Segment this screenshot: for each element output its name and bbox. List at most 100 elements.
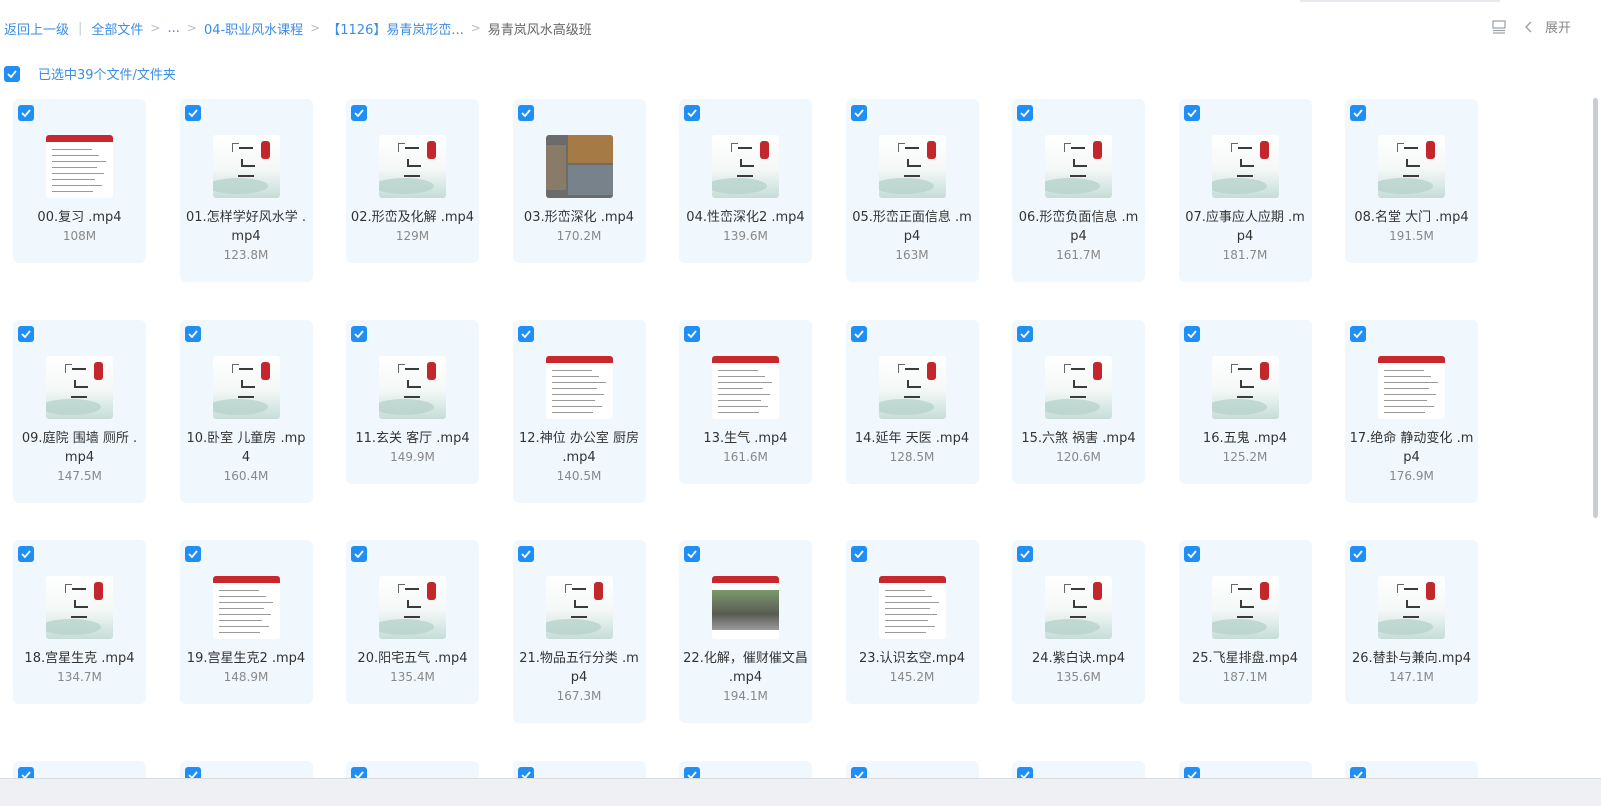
video-thumbnail <box>878 356 946 419</box>
file-card[interactable]: 24.紫白诀.mp4 135.6M <box>1012 540 1145 704</box>
file-name: 07.应事应人应期 .mp4 <box>1185 210 1305 244</box>
file-checkbox[interactable] <box>18 105 34 121</box>
video-thumbnail <box>1211 356 1279 419</box>
file-name: 03.形峦深化 .mp4 <box>523 210 635 225</box>
video-thumbnail <box>1045 576 1112 639</box>
file-checkbox[interactable] <box>1183 105 1200 121</box>
file-card[interactable]: 14.延年 天医 .mp4 128.5M <box>845 320 979 484</box>
file-checkbox[interactable] <box>684 326 700 342</box>
file-card[interactable]: 08.名堂 大门 .mp4 191.5M <box>1345 99 1478 263</box>
file-checkbox[interactable] <box>1350 546 1366 562</box>
scrollbar-thumb[interactable] <box>1593 98 1598 518</box>
file-checkbox[interactable] <box>1017 105 1033 121</box>
file-name: 22.化解，催财催文昌 .mp4 <box>683 651 808 685</box>
file-card[interactable]: 01.怎样学好风水学 .mp4 123.8M <box>179 99 313 282</box>
video-thumbnail <box>379 576 446 639</box>
file-checkbox[interactable] <box>184 105 201 121</box>
file-name: 12.神位 办公室 厨房 .mp4 <box>519 431 639 465</box>
file-name: 01.怎样学好风水学 .mp4 <box>186 210 306 244</box>
file-grid: 00.复习 .mp4 108M 01.怎样学好风水学 .mp4 123.8M 02.形峦… <box>0 0 1560 805</box>
file-card[interactable]: 04.性峦深化2 .mp4 139.6M <box>679 99 812 263</box>
file-size: 123.8M <box>223 248 269 262</box>
file-name: 08.名堂 大门 .mp4 <box>1354 210 1469 225</box>
file-size: 147.5M <box>57 469 102 483</box>
file-card[interactable]: 20.阳宅五气 .mp4 135.4M <box>346 540 479 704</box>
file-card[interactable]: 16.五鬼 .mp4 125.2M <box>1178 320 1312 484</box>
file-checkbox[interactable] <box>684 105 700 121</box>
file-card[interactable]: 11.玄关 客厅 .mp4 149.9M <box>346 320 479 484</box>
file-name: 11.玄关 客厅 .mp4 <box>355 431 470 446</box>
file-size: 181.7M <box>1222 248 1268 262</box>
file-size: 128.5M <box>889 450 935 464</box>
file-card[interactable]: 12.神位 办公室 厨房 .mp4 140.5M <box>512 320 646 503</box>
file-name: 21.物品五行分类 .mp4 <box>519 651 639 685</box>
file-card[interactable]: 22.化解，催财催文昌 .mp4 194.1M <box>679 540 812 723</box>
file-checkbox[interactable] <box>351 546 367 562</box>
video-thumbnail <box>1045 135 1112 198</box>
file-size: 167.3M <box>556 689 602 703</box>
video-thumbnail <box>46 135 113 198</box>
file-card[interactable]: 13.生气 .mp4 161.6M <box>679 320 812 484</box>
file-name: 18.宫星生克 .mp4 <box>24 651 135 666</box>
file-name: 25.飞星排盘.mp4 <box>1192 651 1298 666</box>
video-thumbnail <box>212 356 280 419</box>
file-name: 24.紫白诀.mp4 <box>1032 651 1125 666</box>
file-card[interactable]: 09.庭院 围墙 厕所 .mp4 147.5M <box>13 320 146 503</box>
video-thumbnail <box>46 356 113 419</box>
file-card[interactable]: 00.复习 .mp4 108M <box>13 99 146 263</box>
file-card[interactable]: 25.飞星排盘.mp4 187.1M <box>1178 540 1312 704</box>
file-size: 149.9M <box>390 450 435 464</box>
file-size: 147.1M <box>1389 670 1434 684</box>
file-name: 10.卧室 儿童房 .mp4 <box>186 431 306 465</box>
file-card[interactable]: 06.形峦负面信息 .mp4 161.7M <box>1012 99 1145 282</box>
file-checkbox[interactable] <box>351 105 367 121</box>
video-thumbnail <box>1211 135 1279 198</box>
file-name: 06.形峦负面信息 .mp4 <box>1018 210 1139 244</box>
file-checkbox[interactable] <box>1350 326 1366 342</box>
file-card[interactable]: 26.替卦与兼向.mp4 147.1M <box>1345 540 1478 704</box>
file-card[interactable]: 07.应事应人应期 .mp4 181.7M <box>1178 99 1312 282</box>
file-checkbox[interactable] <box>184 546 201 562</box>
file-checkbox[interactable] <box>1183 326 1200 342</box>
file-name: 13.生气 .mp4 <box>703 431 788 446</box>
file-checkbox[interactable] <box>1017 326 1033 342</box>
file-card[interactable]: 05.形峦正面信息 .mp4 163M <box>845 99 979 282</box>
video-thumbnail <box>712 576 779 639</box>
file-checkbox[interactable] <box>1350 105 1366 121</box>
video-thumbnail <box>46 576 113 639</box>
file-checkbox[interactable] <box>351 326 367 342</box>
file-checkbox[interactable] <box>684 546 700 562</box>
file-size: 161.6M <box>723 450 768 464</box>
file-size: 148.9M <box>223 670 269 684</box>
file-checkbox[interactable] <box>850 326 867 342</box>
file-checkbox[interactable] <box>18 326 34 342</box>
video-thumbnail <box>379 135 446 198</box>
file-checkbox[interactable] <box>1017 546 1033 562</box>
file-checkbox[interactable] <box>18 546 34 562</box>
file-checkbox[interactable] <box>1183 546 1200 562</box>
file-checkbox[interactable] <box>517 326 534 342</box>
video-thumbnail <box>545 576 613 639</box>
file-card[interactable]: 21.物品五行分类 .mp4 167.3M <box>512 540 646 723</box>
file-card[interactable]: 17.绝命 静动变化 .mp4 176.9M <box>1345 320 1478 503</box>
file-card[interactable]: 02.形峦及化解 .mp4 129M <box>346 99 479 263</box>
file-checkbox[interactable] <box>850 546 867 562</box>
file-size: 145.2M <box>889 670 935 684</box>
file-name: 23.认识玄空.mp4 <box>859 651 965 666</box>
video-thumbnail <box>878 135 946 198</box>
file-card[interactable]: 18.宫星生克 .mp4 134.7M <box>13 540 146 704</box>
file-name: 20.阳宅五气 .mp4 <box>357 651 468 666</box>
video-thumbnail <box>1211 576 1279 639</box>
file-card[interactable]: 03.形峦深化 .mp4 170.2M <box>512 99 646 263</box>
file-card[interactable]: 10.卧室 儿童房 .mp4 160.4M <box>179 320 313 503</box>
file-checkbox[interactable] <box>850 105 867 121</box>
file-checkbox[interactable] <box>517 546 534 562</box>
file-size: 139.6M <box>723 229 768 243</box>
file-card[interactable]: 15.六煞 祸害 .mp4 120.6M <box>1012 320 1145 484</box>
file-checkbox[interactable] <box>184 326 201 342</box>
file-card[interactable]: 23.认识玄空.mp4 145.2M <box>845 540 979 704</box>
file-checkbox[interactable] <box>517 105 534 121</box>
file-name: 15.六煞 祸害 .mp4 <box>1021 431 1136 446</box>
file-name: 19.宫星生克2 .mp4 <box>186 651 306 666</box>
file-card[interactable]: 19.宫星生克2 .mp4 148.9M <box>179 540 313 704</box>
